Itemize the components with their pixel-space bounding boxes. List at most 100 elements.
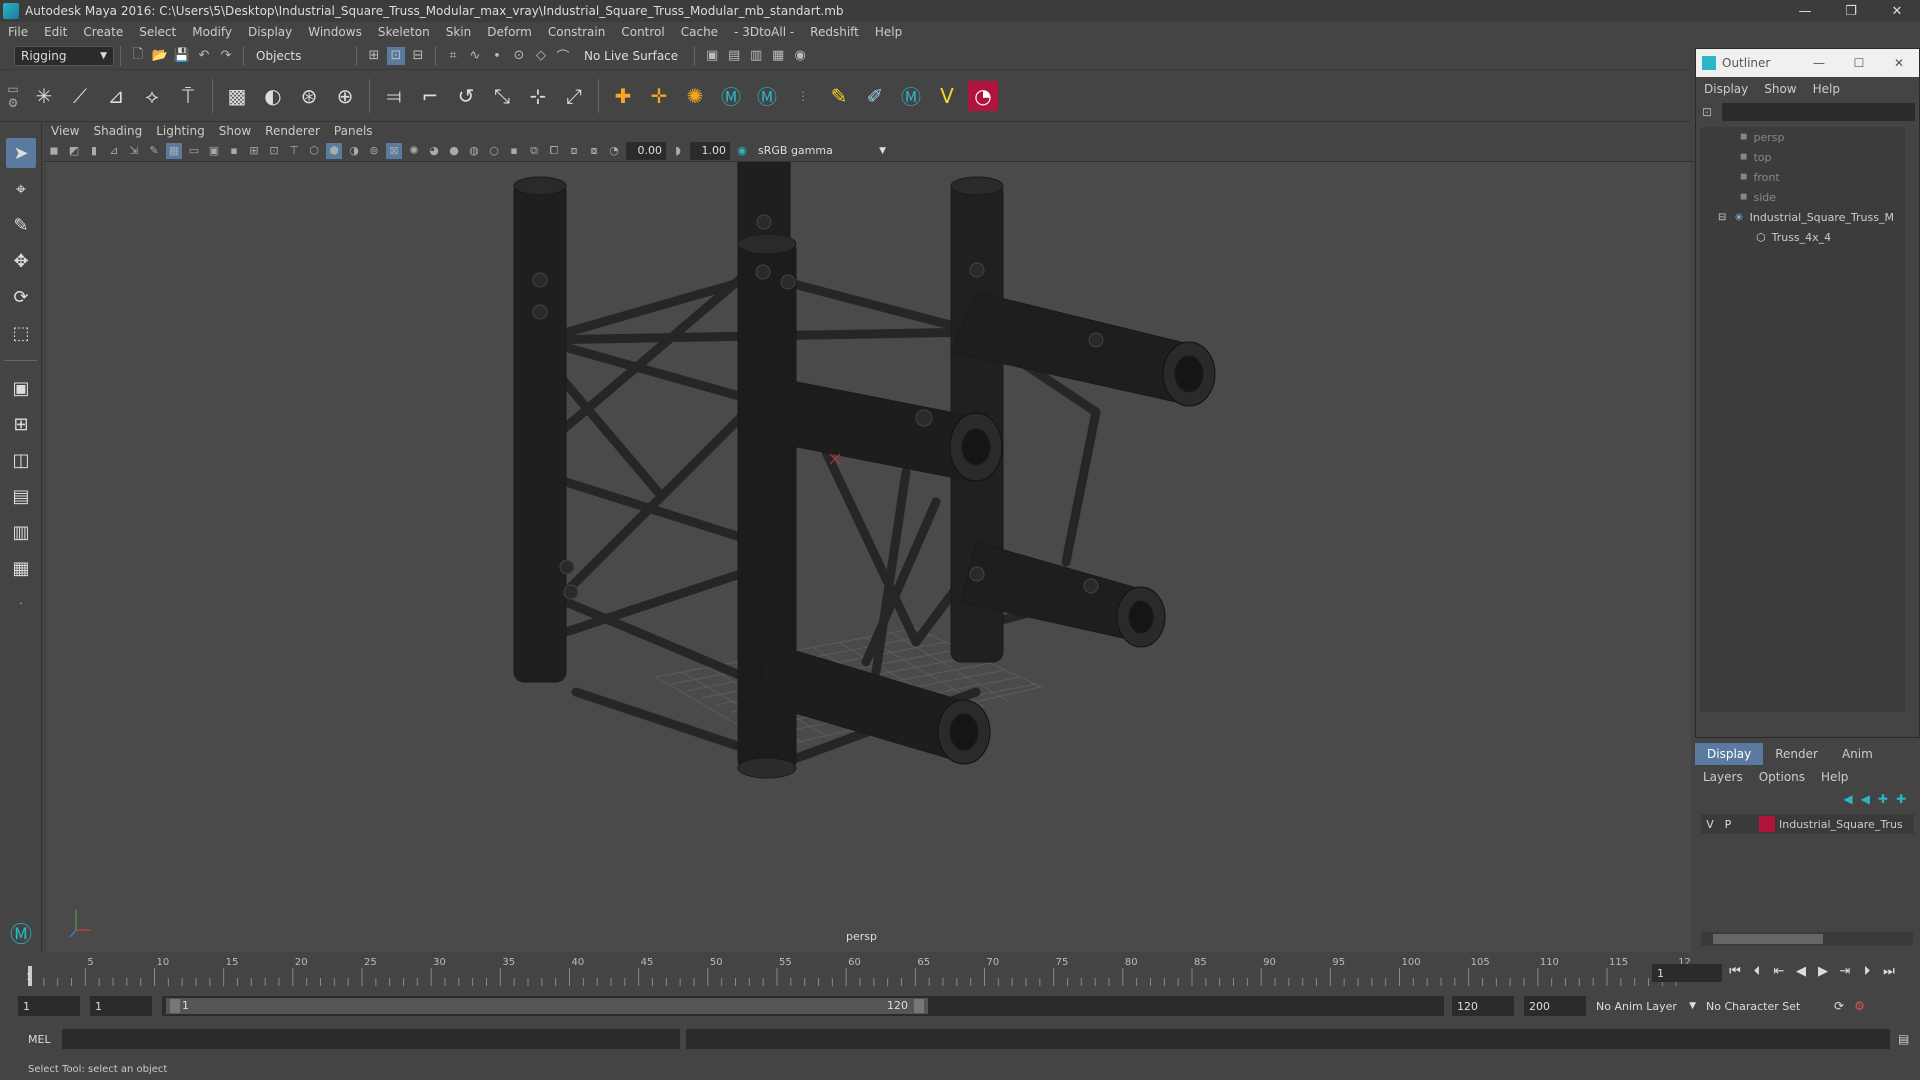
wrap-icon[interactable]: ⊕ xyxy=(330,81,360,111)
layer-scrollbar[interactable] xyxy=(1701,932,1913,946)
play-forwards-icon[interactable]: ▶ xyxy=(1812,964,1834,979)
paint-weights-icon[interactable]: ✎ xyxy=(824,81,854,111)
outliner-item-persp[interactable]: ◼ persp xyxy=(1700,127,1905,147)
make-live-icon[interactable]: ⌒ xyxy=(554,47,572,65)
animation-prefs-icon[interactable]: ⚙ xyxy=(1854,999,1865,1013)
new-layer-selected-icon[interactable]: ✚ xyxy=(1896,792,1906,806)
menu-redshift[interactable]: Redshift xyxy=(802,25,867,39)
particle-icon[interactable]: ✺ xyxy=(680,81,710,111)
safe-action-icon[interactable]: ⊡ xyxy=(266,143,282,159)
maya-m3-icon[interactable]: Ⓜ xyxy=(896,81,926,111)
hypershade-persp-layout-icon[interactable]: ▦ xyxy=(6,553,36,583)
outliner-menu-display[interactable]: Display xyxy=(1696,82,1756,96)
redo-icon[interactable]: ↷ xyxy=(217,47,235,65)
outliner-item-front[interactable]: ◼ front xyxy=(1700,167,1905,187)
filter-icon[interactable]: ⊡ xyxy=(1702,105,1722,119)
collapse-icon[interactable]: ⊟ xyxy=(1718,212,1726,223)
current-frame-field[interactable]: 1 xyxy=(1652,964,1722,982)
graph-persp-layout-icon[interactable]: ▥ xyxy=(6,517,36,547)
select-object-icon[interactable]: ⊡ xyxy=(387,46,405,65)
exposure-icon[interactable]: ◔ xyxy=(606,143,622,159)
close-button[interactable]: ✕ xyxy=(1874,4,1920,19)
new-scene-icon[interactable]: 🗋 xyxy=(129,47,147,65)
outliner-item-side[interactable]: ◼ side xyxy=(1700,187,1905,207)
outliner-item-top[interactable]: ◼ top xyxy=(1700,147,1905,167)
wire-icon[interactable]: ⊛ xyxy=(294,81,324,111)
shelf-options[interactable]: ▭ ⚙ xyxy=(0,74,26,118)
layer-color-swatch[interactable] xyxy=(1759,816,1775,832)
character-set-dropdown[interactable]: No Character Set xyxy=(1706,1000,1826,1013)
step-back-frame-icon[interactable]: ⇤ xyxy=(1768,964,1790,979)
cv-locator-icon[interactable]: ✛ xyxy=(644,81,674,111)
outliner-menu-show[interactable]: Show xyxy=(1756,82,1804,96)
select-camera-icon[interactable]: ◼ xyxy=(46,143,62,159)
open-scene-icon[interactable]: 📂 xyxy=(151,47,169,65)
range-bar-fill[interactable] xyxy=(166,998,928,1014)
render-view-icon[interactable]: ▣ xyxy=(703,47,721,65)
ik-spline-icon[interactable]: ⊿ xyxy=(101,81,131,111)
auto-key-icon[interactable]: ⟳ xyxy=(1834,999,1844,1013)
ipr-render-icon[interactable]: ▥ xyxy=(747,47,765,65)
rotate-tool-icon[interactable]: ⟳ xyxy=(6,282,36,312)
snap-view-plane-icon[interactable]: ◇ xyxy=(532,47,550,65)
menu-display[interactable]: Display xyxy=(240,25,300,39)
menu-set-dropdown[interactable]: Rigging ▼ xyxy=(14,45,114,66)
orient-constraint-icon[interactable]: ↺ xyxy=(451,81,481,111)
maximize-button[interactable]: ❐ xyxy=(1828,4,1874,19)
snap-projected-center-icon[interactable]: ⊙ xyxy=(510,47,528,65)
maya-m-icon[interactable]: Ⓜ xyxy=(716,81,746,111)
step-back-key-icon[interactable]: ⏴ xyxy=(1746,964,1768,979)
outliner-minimize-button[interactable]: — xyxy=(1799,56,1839,70)
command-language-label[interactable]: MEL xyxy=(28,1033,62,1046)
image-plane-icon[interactable]: ⊿ xyxy=(106,143,122,159)
scale-constraint-icon[interactable]: ⤡ xyxy=(487,81,517,111)
more-layouts-icon[interactable]: · xyxy=(6,589,36,619)
perspective-viewport[interactable]: persp xyxy=(46,162,1691,952)
bookmark-icon[interactable]: ▮ xyxy=(86,143,102,159)
menu-control[interactable]: Control xyxy=(613,25,672,39)
cluster-icon[interactable]: ◐ xyxy=(258,81,288,111)
tab-anim[interactable]: Anim xyxy=(1830,743,1885,765)
menu-edit[interactable]: Edit xyxy=(36,25,75,39)
maya-m2-icon[interactable]: Ⓜ xyxy=(752,81,782,111)
grid-icon[interactable]: ▦ xyxy=(166,142,182,159)
new-layer-icon[interactable]: ✚ xyxy=(1878,792,1888,806)
script-icon[interactable]: ⋮ xyxy=(788,81,818,111)
ik-handle-icon[interactable]: ⟋ xyxy=(65,81,95,111)
textured-icon[interactable]: ⊠ xyxy=(386,142,402,159)
viewport-menu-show[interactable]: Show xyxy=(212,124,258,138)
isolate-select-icon[interactable]: ⧉ xyxy=(526,143,542,159)
2d-pan-zoom-icon[interactable]: ⇲ xyxy=(126,143,142,159)
minimize-button[interactable]: — xyxy=(1782,4,1828,19)
wireframe-icon[interactable]: ⬡ xyxy=(306,143,322,159)
camera-attributes-icon[interactable]: ◩ xyxy=(66,143,82,159)
snap-point-icon[interactable]: ∙ xyxy=(488,47,506,65)
step-forward-frame-icon[interactable]: ⇥ xyxy=(1834,964,1856,979)
scale-tool-icon[interactable]: ⬚ xyxy=(6,318,36,348)
use-all-lights-icon[interactable]: ✺ xyxy=(406,143,422,159)
layer-row[interactable]: V P Industrial_Square_Trus xyxy=(1701,814,1914,834)
snap-grid-icon[interactable]: ⌗ xyxy=(444,47,462,65)
layer-playback-toggle[interactable]: P xyxy=(1719,818,1737,831)
menu-select[interactable]: Select xyxy=(131,25,184,39)
side-by-side-layout-icon[interactable]: ◫ xyxy=(6,445,36,475)
undo-icon[interactable]: ↶ xyxy=(195,47,213,65)
viewport-menu-shading[interactable]: Shading xyxy=(86,124,149,138)
quick-rig-icon[interactable]: ⍑ xyxy=(173,81,203,111)
save-scene-icon[interactable]: 💾 xyxy=(173,47,191,65)
selection-mode-dropdown[interactable]: Objects xyxy=(250,45,350,66)
playback-end-field[interactable]: 120 xyxy=(1452,996,1514,1016)
gamma-field[interactable]: 1.00 xyxy=(690,141,730,160)
menu-skeleton[interactable]: Skeleton xyxy=(370,25,438,39)
shelf-tabs-icon[interactable]: ▭ xyxy=(7,82,18,96)
joint-tool-icon[interactable]: ✳ xyxy=(29,81,59,111)
layer-visibility-toggle[interactable]: V xyxy=(1701,818,1719,831)
screen-space-ao-icon[interactable]: ● xyxy=(446,143,462,159)
select-component-icon[interactable]: ⊟ xyxy=(409,47,427,65)
wireframe-on-shaded-icon[interactable]: ⊚ xyxy=(366,143,382,159)
locator-icon[interactable]: ✚ xyxy=(608,81,638,111)
range-start-handle[interactable] xyxy=(170,999,180,1013)
menu-file[interactable]: File xyxy=(0,25,36,39)
tab-render[interactable]: Render xyxy=(1763,743,1830,765)
render-settings-icon[interactable]: ▦ xyxy=(769,47,787,65)
